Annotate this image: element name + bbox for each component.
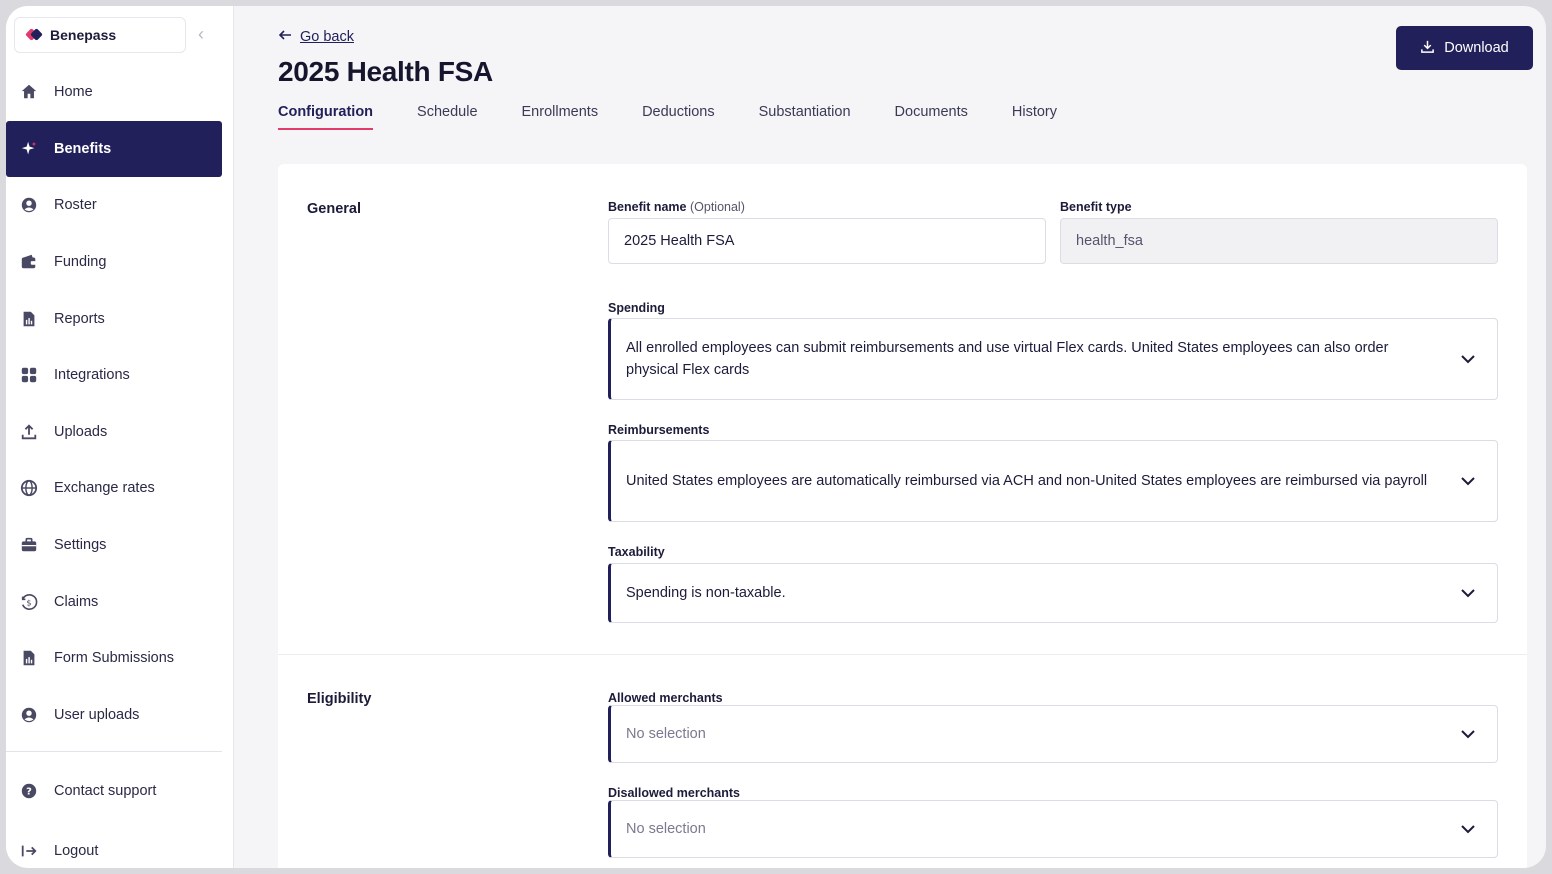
sidebar-item-settings[interactable]: Settings (6, 517, 222, 574)
sidebar-divider (6, 751, 222, 753)
benefit-type-field: health_fsa (1060, 218, 1498, 264)
sparkle-icon (20, 140, 38, 158)
sidebar-item-logout[interactable]: Logout (6, 816, 222, 868)
sidebar-item-form-submissions[interactable]: Form Submissions (6, 630, 222, 687)
sidebar-nav: Home Benefits Roster Funding Reports Int… (6, 64, 233, 868)
collapse-sidebar-icon[interactable]: ‹ (198, 24, 204, 45)
general-section-title: General (307, 201, 361, 217)
section-divider (278, 654, 1527, 655)
svg-text:$: $ (26, 597, 31, 607)
tab-substantiation[interactable]: Substantiation (759, 104, 851, 130)
sidebar-item-integrations[interactable]: Integrations (6, 347, 222, 404)
home-icon (20, 83, 38, 101)
grid-icon (20, 366, 38, 384)
sidebar-item-label: Benefits (54, 140, 112, 157)
sidebar-item-exchange-rates[interactable]: Exchange rates (6, 460, 222, 517)
taxability-label: Taxability (608, 545, 665, 559)
taxability-value: Spending is non-taxable. (626, 585, 786, 601)
user-circle-icon (20, 196, 38, 214)
briefcase-icon (20, 536, 38, 554)
spending-label: Spending (608, 301, 665, 315)
brand-name: Benepass (50, 26, 117, 43)
sidebar-item-label: User uploads (54, 706, 140, 723)
chevron-down-icon (1461, 477, 1475, 486)
sidebar-item-label: Roster (54, 197, 97, 214)
chevron-down-icon (1461, 589, 1475, 598)
sidebar-item-roster[interactable]: Roster (6, 177, 222, 234)
sidebar-item-label: Uploads (54, 423, 108, 440)
sidebar-item-label: Logout (54, 843, 99, 860)
reimbursements-select[interactable]: United States employees are automaticall… (608, 440, 1498, 522)
allowed-merchants-label: Allowed merchants (608, 691, 723, 705)
chevron-down-icon (1461, 355, 1475, 364)
sidebar-item-benefits[interactable]: Benefits (6, 120, 222, 178)
svg-text:?: ? (26, 787, 32, 798)
taxability-select[interactable]: Spending is non-taxable. (608, 563, 1498, 623)
app-window: Benepass ‹ Home Benefits Roster Funding … (6, 6, 1546, 868)
globe-icon (20, 479, 38, 497)
sidebar-item-user-uploads[interactable]: User uploads (6, 687, 222, 744)
sidebar-item-uploads[interactable]: Uploads (6, 404, 222, 461)
chevron-down-icon (1461, 825, 1475, 834)
go-back-label: Go back (300, 29, 354, 45)
sidebar-item-contact-support[interactable]: ? Contact support (6, 766, 222, 816)
reimbursements-label: Reimbursements (608, 423, 710, 437)
report-icon (20, 310, 38, 328)
disallowed-merchants-select[interactable]: No selection (608, 800, 1498, 858)
sidebar-item-label: Exchange rates (54, 480, 155, 497)
benepass-logo-icon (27, 29, 41, 41)
brand-row: Benepass ‹ (6, 6, 233, 56)
reimbursements-value: United States employees are automaticall… (626, 473, 1428, 489)
download-label: Download (1444, 40, 1509, 56)
chevron-down-icon (1461, 730, 1475, 739)
arrow-left-icon (278, 28, 292, 46)
user-circle-icon (20, 706, 38, 724)
sidebar-item-label: Contact support (54, 783, 157, 800)
download-button[interactable]: Download (1396, 26, 1533, 70)
dollar-circle-icon: $ (20, 593, 38, 611)
spending-select[interactable]: All enrolled employees can submit reimbu… (608, 318, 1498, 400)
benefit-type-label: Benefit type (1060, 200, 1132, 214)
benefit-name-label: Benefit name (Optional) (608, 200, 745, 214)
spending-value: All enrolled employees can submit reimbu… (626, 340, 1389, 378)
sidebar-item-claims[interactable]: $ Claims (6, 573, 222, 630)
go-back-link[interactable]: Go back (278, 28, 354, 46)
help-icon: ? (20, 782, 38, 800)
allowed-merchants-select[interactable]: No selection (608, 705, 1498, 763)
benefit-name-input[interactable]: 2025 Health FSA (608, 218, 1046, 264)
main-content: Go back 2025 Health FSA Download Configu… (234, 6, 1546, 868)
sidebar: Benepass ‹ Home Benefits Roster Funding … (6, 6, 234, 868)
sidebar-item-funding[interactable]: Funding (6, 234, 222, 291)
disallowed-merchants-value: No selection (626, 821, 706, 837)
sidebar-item-label: Claims (54, 593, 99, 610)
wallet-icon (20, 253, 38, 271)
sidebar-item-label: Funding (54, 254, 107, 271)
tab-deductions[interactable]: Deductions (642, 104, 715, 130)
sidebar-item-label: Settings (54, 537, 107, 554)
configuration-card: General Benefit name (Optional) 2025 Hea… (278, 164, 1527, 868)
sidebar-item-home[interactable]: Home (6, 64, 222, 121)
page-title: 2025 Health FSA (278, 56, 493, 87)
tab-schedule[interactable]: Schedule (417, 104, 477, 130)
disallowed-merchants-label: Disallowed merchants (608, 786, 740, 800)
sidebar-item-label: Form Submissions (54, 650, 175, 667)
tab-bar: Configuration Schedule Enrollments Deduc… (278, 104, 1101, 130)
logout-icon (20, 842, 38, 860)
allowed-merchants-value: No selection (626, 726, 706, 742)
sidebar-item-label: Integrations (54, 367, 130, 384)
sidebar-item-label: Home (54, 84, 93, 101)
tab-history[interactable]: History (1012, 104, 1057, 130)
report-icon (20, 649, 38, 667)
eligibility-section-title: Eligibility (307, 691, 372, 707)
download-icon (1420, 39, 1435, 58)
tab-documents[interactable]: Documents (895, 104, 968, 130)
upload-icon (20, 423, 38, 441)
tab-enrollments[interactable]: Enrollments (522, 104, 599, 130)
sidebar-item-label: Reports (54, 310, 105, 327)
tab-configuration[interactable]: Configuration (278, 104, 374, 130)
sidebar-item-reports[interactable]: Reports (6, 290, 222, 347)
workspace-switcher[interactable]: Benepass (14, 16, 186, 53)
